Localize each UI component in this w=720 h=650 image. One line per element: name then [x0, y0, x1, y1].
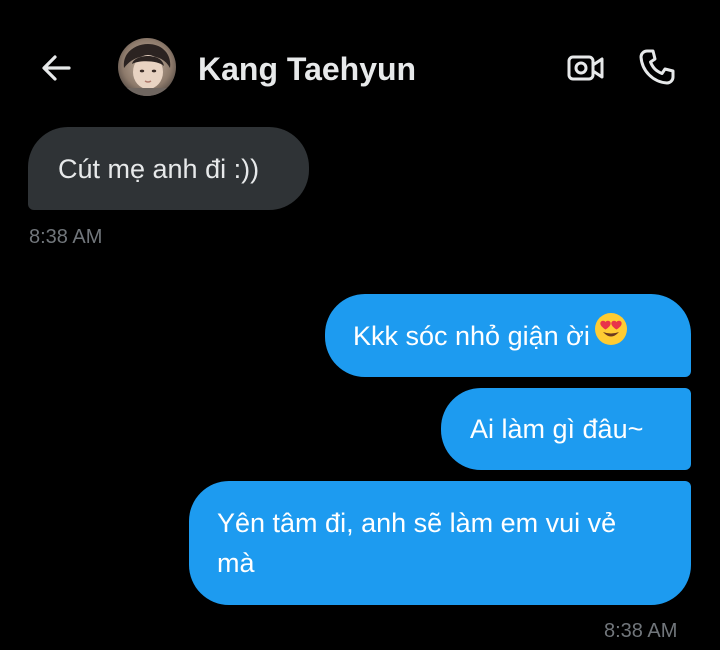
message-bubble-sent[interactable]: Yên tâm đi, anh sẽ làm em vui vẻ mà	[189, 481, 691, 605]
avatar[interactable]	[118, 38, 176, 96]
message-text: Ai làm gì đâu~	[470, 414, 644, 444]
voice-call-button[interactable]	[636, 46, 678, 88]
heart-eyes-emoji-icon	[594, 312, 628, 357]
message-bubble-sent[interactable]: Ai làm gì đâu~	[441, 388, 691, 470]
message-timestamp: 8:38 AM	[604, 620, 678, 642]
message-text-line: Yên tâm đi, anh sẽ làm em vui vẻ	[217, 508, 617, 538]
message-timestamp: 8:38 AM	[29, 226, 103, 248]
message-text: Kkk sóc nhỏ giận ời	[353, 321, 590, 351]
message-text: Cút mẹ anh đi :))	[58, 154, 260, 184]
contact-name[interactable]: Kang Taehyun	[198, 50, 416, 88]
back-button[interactable]	[36, 48, 76, 88]
arrow-left-icon	[42, 55, 71, 81]
message-bubble-sent[interactable]: Kkk sóc nhỏ giận ời	[325, 294, 691, 377]
avatar-photo	[118, 38, 176, 96]
chat-header: Kang Taehyun	[0, 0, 720, 130]
message-text-line: mà	[217, 548, 255, 578]
video-call-button[interactable]	[566, 48, 606, 88]
video-camera-icon	[567, 55, 604, 81]
phone-icon	[639, 49, 675, 85]
message-bubble-received[interactable]: Cút mẹ anh đi :))	[28, 127, 309, 210]
